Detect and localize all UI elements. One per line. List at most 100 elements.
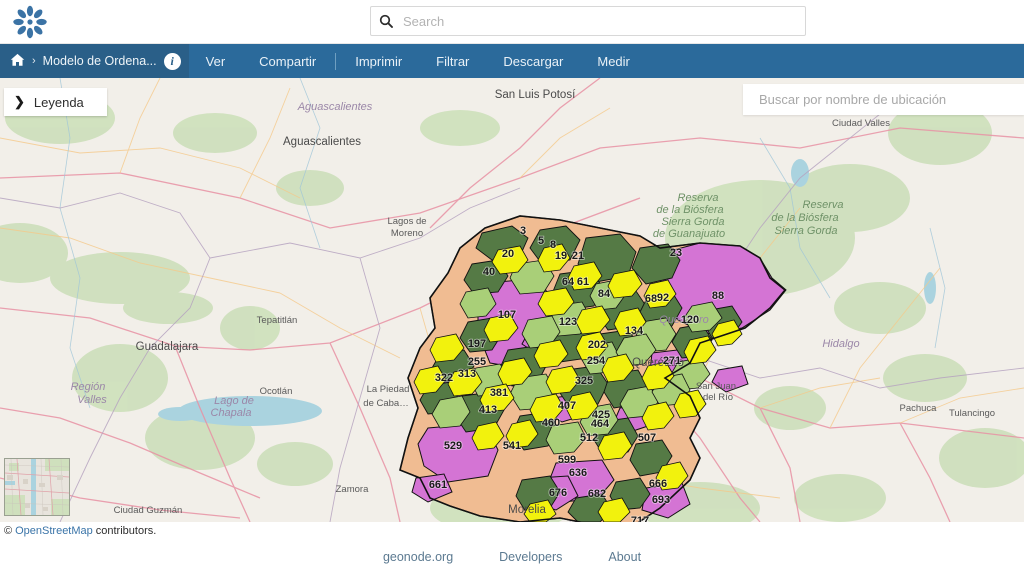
map-place-label: Tulancingo xyxy=(949,408,995,419)
polygon-value-label: 23 xyxy=(670,247,682,259)
map-place-label: Zamora xyxy=(336,484,369,495)
global-search-box[interactable] xyxy=(370,6,806,36)
location-search-input[interactable] xyxy=(757,91,1024,108)
location-search-box[interactable] xyxy=(743,84,1024,115)
breadcrumb-layer-title[interactable]: Modelo de Ordena... xyxy=(43,54,157,68)
info-icon[interactable]: i xyxy=(163,52,181,70)
polygon-value-label: 107 xyxy=(498,309,516,321)
map-place-label: Reserva xyxy=(803,199,844,211)
polygon-value-label: 254 xyxy=(587,355,606,367)
copyright-icon: © xyxy=(4,525,13,537)
breadcrumb-separator: › xyxy=(32,55,36,67)
polygon-value-label: 464 xyxy=(591,418,610,430)
map-place-label: San Juan xyxy=(696,381,736,392)
map-place-label: Ciudad Guzmán xyxy=(114,505,183,516)
polygon-value-label: 507 xyxy=(638,432,656,444)
polygon-value-label: 68 xyxy=(645,293,657,305)
map-place-label: Región xyxy=(71,381,106,393)
map-place-label: Reserva xyxy=(678,192,719,204)
toolbar-divider xyxy=(335,52,337,70)
polygon-value-label: 460 xyxy=(542,417,560,429)
polygon-value-label: 40 xyxy=(483,266,495,278)
map-place-label: Lagos de xyxy=(387,216,426,227)
polygon-value-label: 20 xyxy=(502,248,514,260)
footer-link-about[interactable]: About xyxy=(608,550,641,564)
map-place-label: Ocotlán xyxy=(260,386,293,397)
polygon-value-label: 5 xyxy=(538,235,544,247)
search-icon xyxy=(371,7,401,35)
menu-item-filtrar[interactable]: Filtrar xyxy=(419,44,486,78)
polygon-value-label: 19 xyxy=(555,250,567,262)
top-header-bar xyxy=(0,0,1024,44)
map-place-label: Hidalgo xyxy=(822,338,859,350)
map-place-label: Sierra Gorda xyxy=(662,216,725,228)
polygon-value-label: 666 xyxy=(649,478,667,490)
polygon-value-label: 661 xyxy=(429,479,447,491)
map-place-label: de la Biósfera xyxy=(656,204,723,216)
map-place-label: Valles xyxy=(77,394,107,406)
map-place-label: Tepatitlán xyxy=(257,315,298,326)
map-place-label: Sierra Gorda xyxy=(775,225,838,237)
chevron-right-icon: ❯ xyxy=(14,94,25,109)
polygon-value-label: 271 xyxy=(663,355,681,367)
polygon-value-label: 88 xyxy=(712,290,724,302)
map-attribution: © OpenStreetMap contributors. xyxy=(0,522,1024,540)
breadcrumb[interactable]: › Modelo de Ordena... i xyxy=(0,44,189,78)
map-place-label: La Piedad xyxy=(367,384,410,395)
polygon-value-label: 3 xyxy=(520,225,526,237)
menu-item-ver[interactable]: Ver xyxy=(189,44,243,78)
map-place-label: del Río xyxy=(703,392,733,403)
polygon-value-label: 84 xyxy=(598,288,611,300)
polygon-value-label: 529 xyxy=(444,440,462,452)
map-place-label: Ciudad Valles xyxy=(832,118,890,129)
menu-item-descargar[interactable]: Descargar xyxy=(486,44,580,78)
polygon-value-label: 636 xyxy=(569,467,587,479)
menu-item-compartir[interactable]: Compartir xyxy=(242,44,333,78)
polygon-value-label: 202 xyxy=(588,339,606,351)
map-canvas[interactable]: San Luis Potosí Ciudad Valles Aguascalient… xyxy=(0,78,1024,522)
map-place-label: Moreno xyxy=(391,228,423,239)
polygon-value-label: 381 xyxy=(490,387,508,399)
overview-minimap[interactable] xyxy=(4,458,70,516)
polygon-value-label: 134 xyxy=(625,325,644,337)
map-place-label: San Luis Potosí xyxy=(495,89,576,101)
polygon-value-label: 123 xyxy=(559,316,577,328)
polygon-value-label: 407 xyxy=(558,400,576,412)
menu-item-medir[interactable]: Medir xyxy=(580,44,647,78)
map-place-label: Aguascalientes xyxy=(283,136,361,148)
legend-toggle-button[interactable]: ❯ Leyenda xyxy=(4,88,107,116)
polygon-value-label: 61 xyxy=(577,276,589,288)
polygon-value-label: 512 xyxy=(580,432,598,444)
attribution-suffix: contributors. xyxy=(95,525,157,537)
map-place-label: Lago de xyxy=(214,395,254,407)
map-place-label: de Caba… xyxy=(363,398,408,409)
map-place-label: Morelia xyxy=(508,504,546,516)
polygon-value-label: 676 xyxy=(549,487,567,499)
map-place-label: Guadalajara xyxy=(136,341,199,353)
map-place-label: Pachuca xyxy=(900,403,938,414)
menu-item-imprimir[interactable]: Imprimir xyxy=(338,44,419,78)
polygon-value-label: 313 xyxy=(458,368,476,380)
openstreetmap-link[interactable]: OpenStreetMap xyxy=(15,525,93,537)
polygon-value-label: 413 xyxy=(479,404,497,416)
map-place-label: de Guanajuato xyxy=(653,228,725,240)
search-input[interactable] xyxy=(401,8,805,34)
polygon-value-label: 120 xyxy=(681,314,699,326)
polygon-value-label: 255 xyxy=(468,356,486,368)
footer-link-geonode-org[interactable]: geonode.org xyxy=(383,550,453,564)
footer-link-developers[interactable]: Developers xyxy=(499,550,562,564)
map-place-label: Chapala xyxy=(211,407,252,419)
map-rendering: San Luis Potosí Ciudad Valles Aguascalient… xyxy=(0,78,1024,522)
polygon-value-label: 92 xyxy=(657,292,669,304)
page-footer: geonode.org Developers About xyxy=(0,540,1024,573)
polygon-value-label: 322 xyxy=(435,372,453,384)
legend-toggle-label: Leyenda xyxy=(33,94,84,110)
polygon-value-label: 717 xyxy=(631,515,649,522)
geonode-flower-logo[interactable] xyxy=(12,5,48,39)
polygon-value-label: 64 xyxy=(562,276,575,288)
polygon-value-label: 21 xyxy=(572,250,584,262)
polygon-value-label: 693 xyxy=(652,494,670,506)
map-app-toolbar: › Modelo de Ordena... i Ver Compartir Im… xyxy=(0,44,1024,78)
polygon-value-label: 325 xyxy=(575,375,593,387)
home-icon[interactable] xyxy=(10,53,25,69)
